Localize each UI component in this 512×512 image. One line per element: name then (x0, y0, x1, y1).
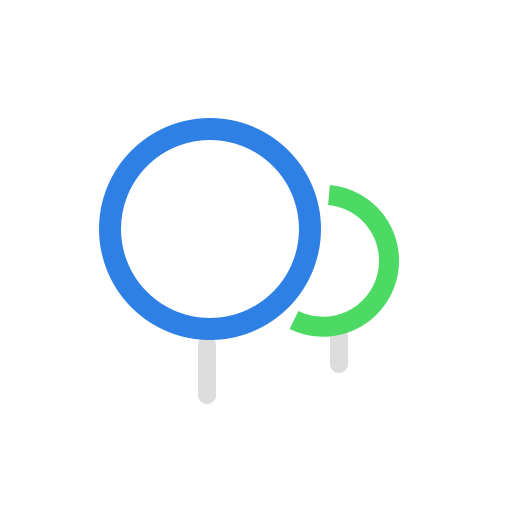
trees-icon (99, 118, 400, 404)
app-icon-canvas (0, 0, 512, 512)
large-tree-crown (99, 118, 321, 340)
